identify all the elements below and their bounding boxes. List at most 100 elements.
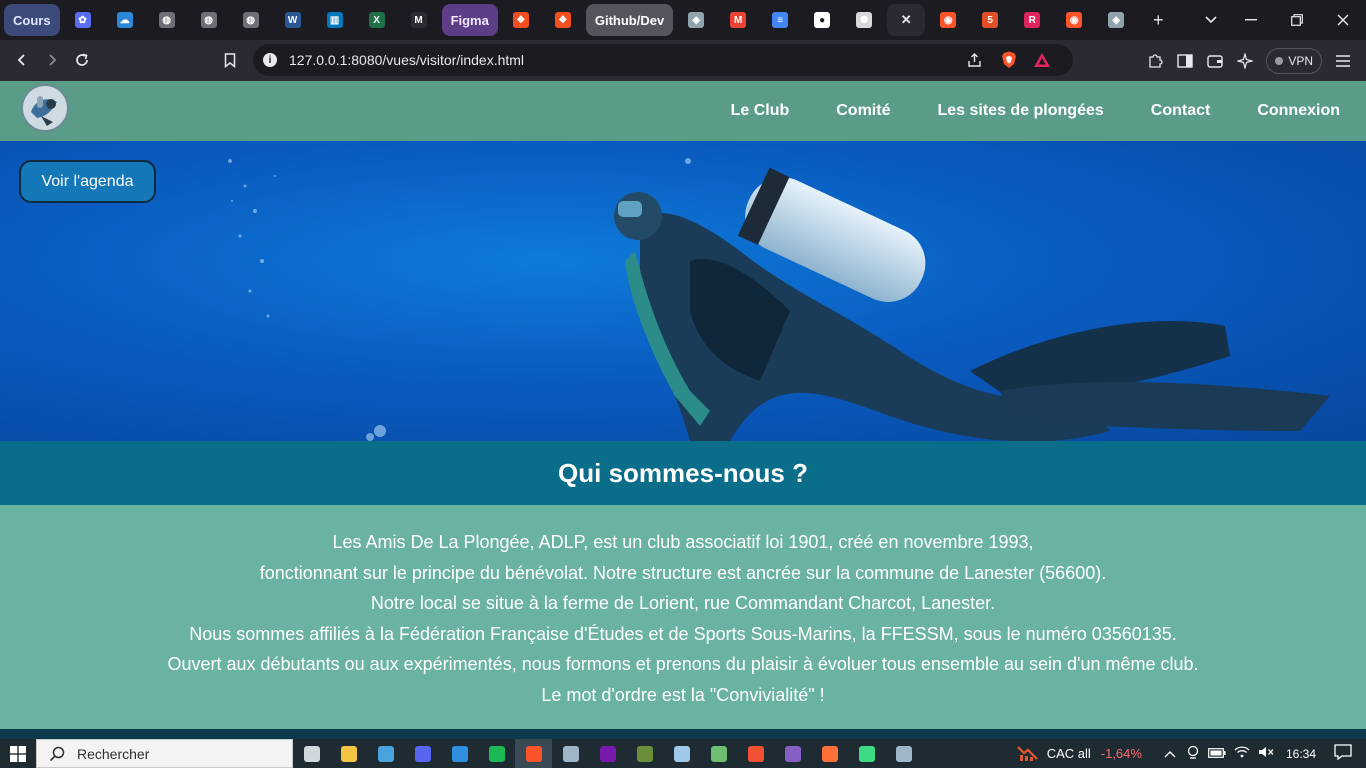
globe-icon: ◍	[242, 12, 259, 28]
minecraft-icon	[636, 745, 653, 762]
nav-comite[interactable]: Comité	[836, 102, 890, 120]
maximize-button[interactable]	[1274, 0, 1320, 40]
browser-tab[interactable]: ◉	[1055, 4, 1093, 36]
browser-tab[interactable]: ◉	[929, 4, 967, 36]
new-tab-button[interactable]: +	[1139, 4, 1177, 36]
taskbar-app[interactable]	[404, 739, 441, 768]
back-button[interactable]	[7, 45, 37, 75]
taskbar-app[interactable]	[478, 739, 515, 768]
stock-change[interactable]: -1,64%	[1101, 746, 1142, 761]
taskbar-app[interactable]	[774, 739, 811, 768]
taskbar-app[interactable]	[663, 739, 700, 768]
browser-tab[interactable]: M	[400, 4, 438, 36]
start-button[interactable]	[0, 739, 36, 768]
tab-group-cours[interactable]: Cours	[4, 4, 60, 36]
stock-chart-icon[interactable]	[1016, 743, 1039, 764]
reload-button[interactable]	[67, 45, 97, 75]
voir-agenda-button[interactable]: Voir l'agenda	[19, 160, 156, 203]
site-header: Le Club Comité Les sites de plongées Con…	[0, 81, 1366, 141]
brave-shield-icon: ◉	[1066, 12, 1083, 28]
globe-icon: ◍	[158, 12, 175, 28]
browser-tab[interactable]: ✕	[887, 4, 926, 36]
vpn-status-dot-icon	[1275, 56, 1284, 65]
nav-le-club[interactable]: Le Club	[731, 102, 790, 120]
battery-icon[interactable]	[1208, 746, 1226, 761]
browser-tab[interactable]: M	[719, 4, 757, 36]
taskbar-app[interactable]	[589, 739, 626, 768]
medium-icon: M	[410, 12, 427, 28]
windows-taskbar: Rechercher CAC all -1,64% 16:34	[0, 739, 1366, 768]
url-text[interactable]: 127.0.0.1:8080/vues/visitor/index.html	[289, 52, 524, 68]
browser-tab[interactable]: ◈	[1097, 4, 1135, 36]
nav-sites-plongees[interactable]: Les sites de plongées	[937, 102, 1103, 120]
taskbar-app[interactable]	[515, 739, 552, 768]
browser-tab[interactable]: ✿	[64, 4, 102, 36]
browser-tab[interactable]: X	[358, 4, 396, 36]
browser-tab[interactable]: ◍	[148, 4, 186, 36]
nav-connexion[interactable]: Connexion	[1257, 102, 1340, 120]
taskbar-app[interactable]	[552, 739, 589, 768]
about-line: Notre local se situe à la ferme de Lorie…	[370, 593, 996, 614]
taskbar-app[interactable]	[626, 739, 663, 768]
bookmark-icon[interactable]	[215, 45, 245, 75]
close-window-button[interactable]	[1320, 0, 1366, 40]
browser-tab[interactable]: R	[1013, 4, 1051, 36]
task-view-icon	[303, 745, 320, 762]
taskbar-app[interactable]	[885, 739, 922, 768]
address-bar[interactable]: i 127.0.0.1:8080/vues/visitor/index.html	[253, 44, 1073, 76]
browser-tab[interactable]: ◈	[677, 4, 715, 36]
close-icon: ✕	[900, 12, 912, 27]
volume-muted-icon[interactable]	[1258, 746, 1274, 761]
minimize-button[interactable]	[1228, 0, 1274, 40]
tab-group-github-dev[interactable]: Github/Dev	[585, 4, 674, 36]
box-app-icon	[673, 745, 690, 762]
browser-tab[interactable]: ≡	[761, 4, 799, 36]
taskbar-search-box[interactable]: Rechercher	[36, 739, 293, 768]
share-icon[interactable]	[967, 52, 983, 73]
taskbar-app[interactable]	[848, 739, 885, 768]
onenote-icon	[599, 745, 616, 762]
nav-contact[interactable]: Contact	[1151, 102, 1211, 120]
figma-icon: ❖	[554, 12, 571, 28]
browser-tab-strip: Cours ✿ ☁ ◍ ◍ ◍ W ▥ X M Figma ❖ ❖ Github/Dev ◈ M ≡ ● ✺ ✕ ◉ 5 R…	[0, 0, 1366, 40]
browser-tab[interactable]: ◍	[190, 4, 228, 36]
show-hidden-icons-icon[interactable]	[1164, 746, 1176, 761]
taskbar-app[interactable]	[811, 739, 848, 768]
wifi-icon[interactable]	[1234, 746, 1250, 761]
about-line: Nous sommes affiliés à la Fédération Fra…	[189, 623, 1177, 644]
forward-button[interactable]	[37, 45, 67, 75]
taskbar-app[interactable]	[700, 739, 737, 768]
clock-time[interactable]: 16:34	[1286, 747, 1316, 761]
wallet-icon[interactable]	[1200, 46, 1230, 76]
browser-tab[interactable]: ✺	[845, 4, 883, 36]
brave-rewards-icon[interactable]	[1033, 52, 1051, 73]
browser-tab[interactable]: W	[274, 4, 312, 36]
taskbar-app[interactable]	[330, 739, 367, 768]
browser-tab[interactable]: 5	[971, 4, 1009, 36]
taskbar-app[interactable]	[737, 739, 774, 768]
webcam-icon[interactable]	[1186, 745, 1200, 762]
browser-tab[interactable]: ❖	[544, 4, 582, 36]
extensions-icon[interactable]	[1140, 46, 1170, 76]
browser-tab[interactable]: ◍	[232, 4, 270, 36]
stock-name[interactable]: CAC all	[1047, 746, 1091, 761]
vpn-button[interactable]: VPN	[1266, 47, 1322, 74]
club-logo[interactable]	[21, 84, 69, 132]
about-line: Ouvert aux débutants ou aux expérimentés…	[167, 654, 1199, 675]
browser-tab[interactable]: ▥	[316, 4, 354, 36]
brave-shields-icon[interactable]	[1001, 51, 1017, 74]
browser-tab[interactable]: ☁	[106, 4, 144, 36]
tab-group-figma[interactable]: Figma	[441, 4, 498, 36]
site-info-icon[interactable]: i	[263, 53, 277, 67]
taskbar-app[interactable]	[367, 739, 404, 768]
taskbar-app[interactable]	[293, 739, 330, 768]
browser-tab[interactable]: ●	[803, 4, 841, 36]
sidebar-icon[interactable]	[1170, 46, 1200, 76]
notifications-icon[interactable]	[1334, 744, 1352, 763]
brave-shield-icon: ◉	[940, 12, 957, 28]
leo-ai-icon[interactable]	[1230, 46, 1260, 76]
browser-tab[interactable]: ❖	[502, 4, 540, 36]
taskbar-app[interactable]	[441, 739, 478, 768]
menu-icon[interactable]	[1328, 46, 1358, 76]
bird-icon: ✿	[74, 12, 91, 28]
